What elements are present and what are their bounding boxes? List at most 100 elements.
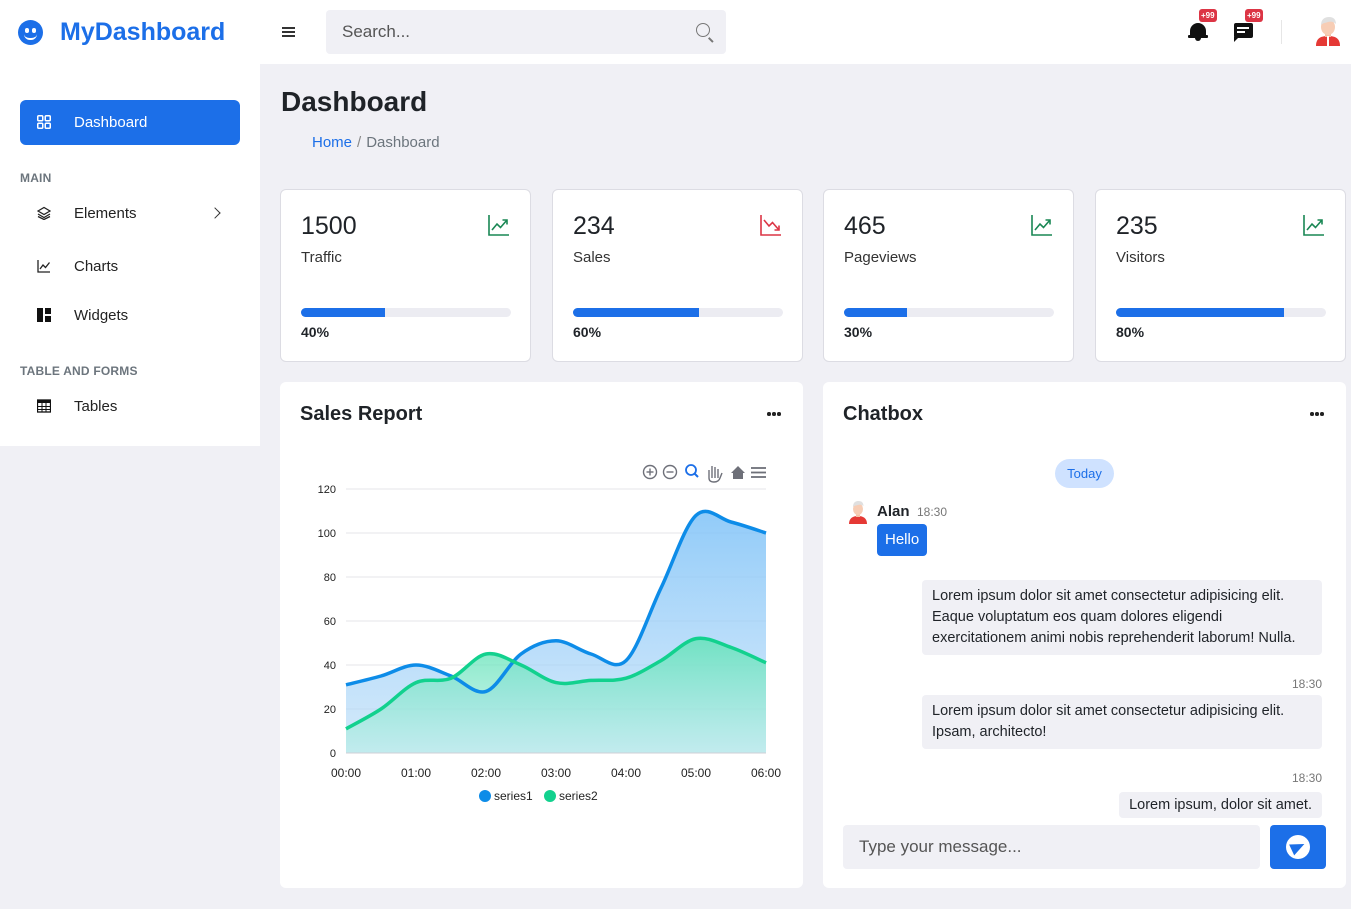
sidebar-item-widgets[interactable]: Widgets xyxy=(20,293,240,338)
sidebar-item-label: Widgets xyxy=(74,307,129,324)
message-time: 18:30 xyxy=(1291,771,1322,785)
x-tick-label: 04:00 xyxy=(611,766,641,780)
search-input[interactable] xyxy=(326,22,666,42)
x-tick-label: 05:00 xyxy=(681,766,711,780)
message-time: 18:30 xyxy=(1291,677,1322,691)
outgoing-message: Lorem ipsum dolor sit amet consectetur a… xyxy=(922,695,1322,749)
sidebar-item-label: Tables xyxy=(74,398,118,415)
y-tick-label: 0 xyxy=(330,748,336,760)
stat-card-sales: 234 Sales 60% xyxy=(552,189,803,362)
breadcrumb-home-link[interactable]: Home xyxy=(312,134,352,151)
line-chart-icon xyxy=(37,260,51,273)
progress-bar xyxy=(573,308,783,317)
search-box xyxy=(326,10,726,54)
sidebar-item-elements[interactable]: Elements xyxy=(20,191,240,236)
stat-percent: 60% xyxy=(573,324,602,340)
stat-percent: 30% xyxy=(844,324,873,340)
x-tick-label: 02:00 xyxy=(471,766,501,780)
stat-label: Pageviews xyxy=(844,249,917,266)
message-time: 18:30 xyxy=(917,505,948,519)
page-title: Dashboard xyxy=(281,86,428,117)
breadcrumb-current: Dashboard xyxy=(366,134,440,151)
search-icon[interactable] xyxy=(696,23,710,37)
y-tick-label: 120 xyxy=(318,484,336,496)
x-tick-label: 03:00 xyxy=(541,766,571,780)
x-tick-label: 01:00 xyxy=(401,766,431,780)
zoom-in-icon[interactable] xyxy=(642,464,658,480)
zoom-icon[interactable] xyxy=(685,464,699,478)
sidebar-item-label: Dashboard xyxy=(74,114,148,131)
section-label-table-forms: TABLE AND FORMS xyxy=(20,364,138,378)
y-tick-label: 20 xyxy=(324,704,336,716)
chatbox-title: Chatbox xyxy=(843,403,923,425)
day-separator: Today xyxy=(1055,459,1114,488)
sidebar-item-charts[interactable]: Charts xyxy=(20,244,240,289)
chart-toolbar xyxy=(642,464,766,483)
progress-bar xyxy=(1116,308,1326,317)
sidebar-item-tables[interactable]: Tables xyxy=(20,384,240,429)
topbar-divider xyxy=(1281,20,1282,44)
trend-up-icon xyxy=(1031,215,1052,236)
sender-name: Alan xyxy=(877,503,910,520)
menu-icon[interactable] xyxy=(751,467,766,478)
sidebar-item-dashboard[interactable]: Dashboard xyxy=(20,100,240,145)
grid-icon xyxy=(37,115,51,129)
chatbox-panel: Chatbox Today Alan 18:30 Hello Lorem ips… xyxy=(823,382,1346,888)
alan-avatar xyxy=(849,501,867,524)
notifications-bell-icon[interactable]: +99 xyxy=(1188,9,1217,42)
menu-toggle-icon[interactable] xyxy=(282,27,295,37)
stat-label: Sales xyxy=(573,249,611,266)
stat-value: 235 xyxy=(1116,212,1158,240)
stat-value: 234 xyxy=(573,212,615,240)
zoom-out-icon[interactable] xyxy=(662,464,678,480)
more-options-icon[interactable] xyxy=(1310,412,1324,416)
sidebar: Dashboard MAIN Elements Charts Widgets T… xyxy=(0,64,260,446)
stat-value: 465 xyxy=(844,212,886,240)
incoming-message: Hello xyxy=(877,524,928,556)
progress-bar xyxy=(844,308,1054,317)
table-icon xyxy=(37,399,51,413)
stat-percent: 80% xyxy=(1116,324,1145,340)
legend-marker xyxy=(544,790,556,802)
message-input[interactable] xyxy=(843,825,1260,869)
y-tick-label: 60 xyxy=(324,616,336,628)
stat-percent: 40% xyxy=(301,324,330,340)
y-tick-label: 100 xyxy=(318,528,336,540)
home-icon[interactable] xyxy=(731,466,745,479)
chevron-right-icon xyxy=(209,207,221,219)
x-tick-label: 00:00 xyxy=(331,766,361,780)
sidebar-item-label: Charts xyxy=(74,258,119,275)
trend-up-icon xyxy=(488,215,509,236)
top-bar: MyDashboard +99 +99 xyxy=(0,0,1351,64)
send-button[interactable] xyxy=(1270,825,1326,869)
y-tick-label: 80 xyxy=(324,572,336,584)
outgoing-message: Lorem ipsum dolor sit amet consectetur a… xyxy=(922,580,1322,655)
y-tick-label: 40 xyxy=(324,660,336,672)
user-avatar[interactable] xyxy=(1313,16,1343,46)
breadcrumb: Home / Dashboard xyxy=(312,134,440,151)
outgoing-message: Lorem ipsum, dolor sit amet. xyxy=(1119,792,1322,818)
breadcrumb-separator: / xyxy=(357,134,362,151)
smiley-logo-icon xyxy=(18,19,43,45)
trend-down-icon xyxy=(760,215,781,236)
progress-bar xyxy=(301,308,511,317)
brand-name: MyDashboard xyxy=(60,17,226,46)
messages-icon[interactable]: +99 xyxy=(1234,9,1263,42)
messages-badge: +99 xyxy=(1245,9,1263,22)
brand[interactable]: MyDashboard xyxy=(18,18,258,47)
stat-label: Visitors xyxy=(1116,249,1165,266)
trend-up-icon xyxy=(1303,215,1324,236)
layers-icon xyxy=(37,206,51,220)
sales-chart: 0 20 40 60 80 100 120 00:00 01:00 02:00 03:00 04:00… xyxy=(318,464,781,803)
stat-card-visitors: 235 Visitors 80% xyxy=(1095,189,1346,362)
legend-marker xyxy=(479,790,491,802)
sidebar-item-label: Elements xyxy=(74,205,137,222)
stat-card-pageviews: 465 Pageviews 30% xyxy=(823,189,1074,362)
stat-value: 1500 xyxy=(301,212,357,240)
legend-label: series2 xyxy=(559,789,598,803)
stat-label: Traffic xyxy=(301,249,342,266)
legend-label: series1 xyxy=(494,789,533,803)
pan-icon[interactable] xyxy=(708,466,723,483)
section-label-main: MAIN xyxy=(20,171,52,185)
notifications-badge: +99 xyxy=(1199,9,1217,22)
